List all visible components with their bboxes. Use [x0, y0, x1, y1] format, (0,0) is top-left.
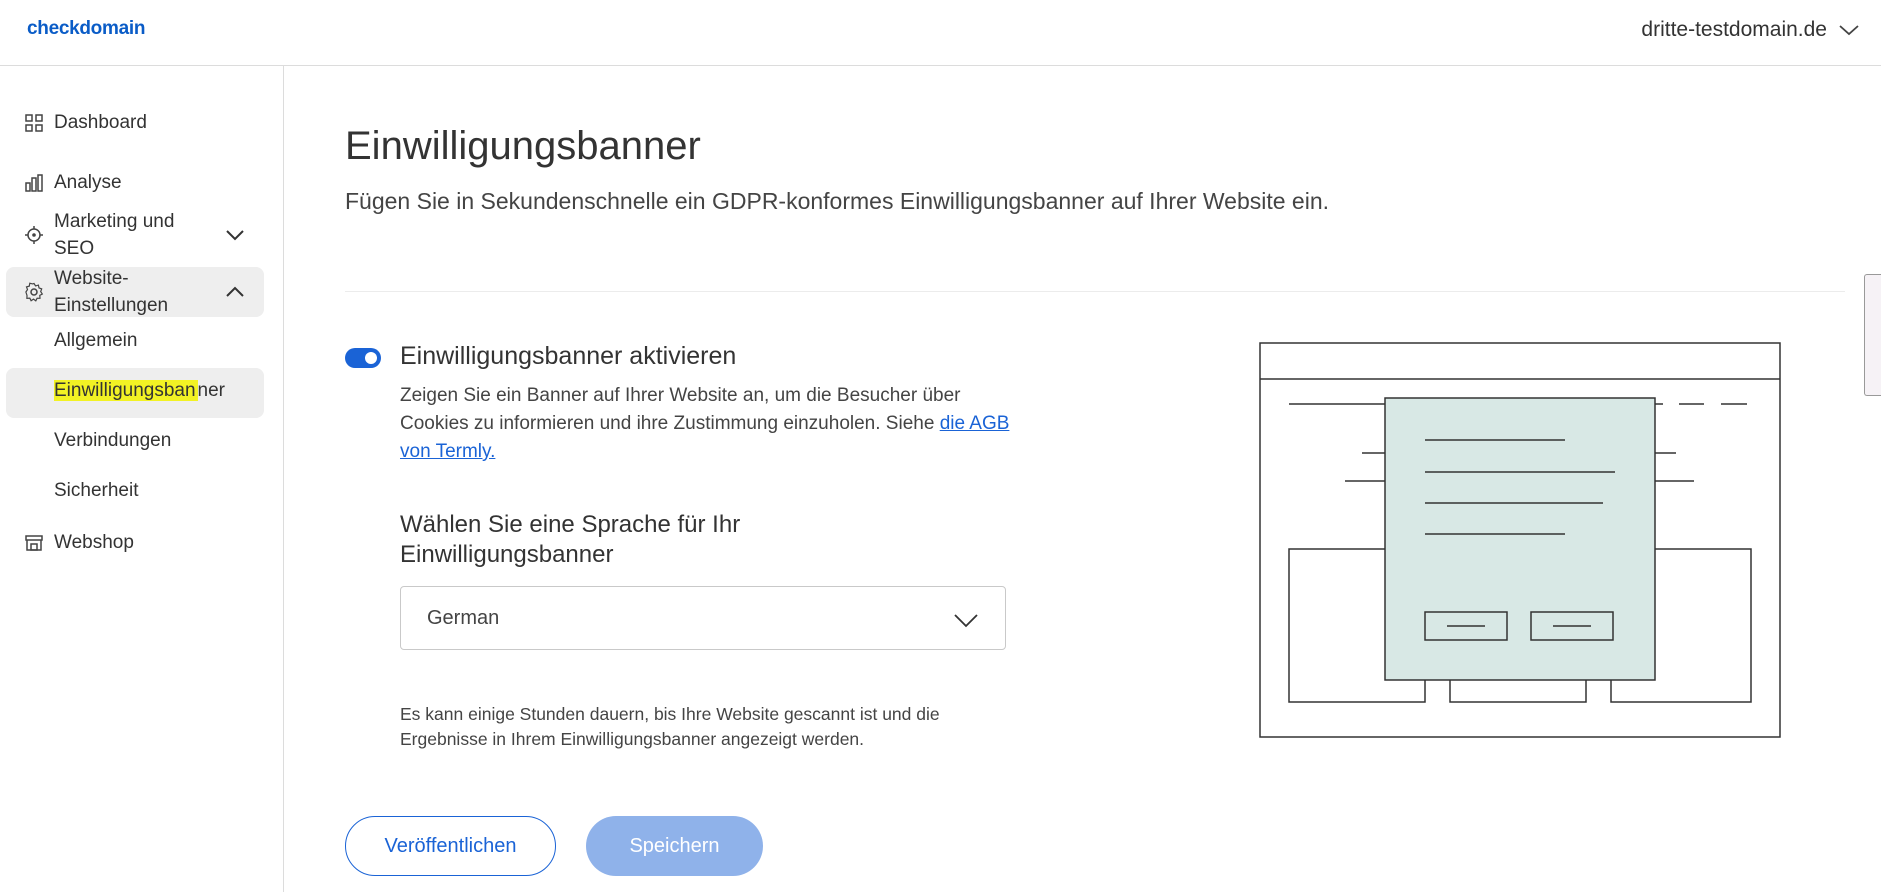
brand-logo[interactable]: checkdomain	[27, 18, 145, 40]
feedback-tab[interactable]	[1864, 274, 1881, 396]
chevron-up-icon	[226, 286, 244, 297]
grid-icon	[24, 113, 44, 133]
gear-icon	[24, 282, 44, 302]
sidebar-item-webshop[interactable]: Webshop	[6, 518, 264, 568]
sidebar-item-label: Webshop	[54, 532, 134, 553]
chevron-down-icon	[1839, 25, 1859, 36]
domain-selector[interactable]: dritte-testdomain.de	[1641, 18, 1861, 42]
sidebar-subitem-sicherheit[interactable]: Sicherheit	[6, 468, 264, 518]
sidebar-subitem-label: Verbindungen	[54, 430, 172, 451]
top-header: checkdomain dritte-testdomain.de	[0, 0, 1881, 66]
banner-description: Zeigen Sie ein Banner auf Ihrer Website …	[400, 382, 1010, 466]
sidebar-item-label: Dashboard	[54, 112, 147, 133]
bar-chart-icon	[24, 173, 44, 193]
sidebar-subitem-verbindungen[interactable]: Verbindungen	[6, 418, 264, 468]
sidebar-item-analyse[interactable]: Analyse	[6, 158, 264, 208]
highlighted-text: Einwilligungsban	[54, 380, 198, 401]
label-rest: ner	[197, 380, 226, 401]
description-text: Zeigen Sie ein Banner auf Ihrer Website …	[400, 385, 961, 434]
store-icon	[24, 533, 44, 553]
sidebar-item-label: Website-Einstellungen	[54, 268, 169, 316]
sidebar-subitem-label: Sicherheit	[54, 480, 139, 501]
page-title: Einwilligungsbanner	[345, 124, 701, 168]
language-value: German	[427, 607, 500, 629]
page-subtitle: Fügen Sie in Sekundenschnelle ein GDPR-k…	[345, 188, 1330, 214]
chevron-down-icon	[226, 230, 244, 241]
target-icon	[24, 225, 44, 245]
domain-name: dritte-testdomain.de	[1641, 18, 1827, 41]
sidebar-subitem-label: Einwilligungsban ner	[54, 380, 225, 402]
sidebar-item-marketing-seo[interactable]: Marketing und SEO	[6, 204, 264, 266]
sidebar-subitem-label: Allgemein	[54, 330, 138, 351]
publish-button[interactable]: Veröffentlichen	[345, 816, 556, 876]
language-heading: Wählen Sie eine Sprache für Ihr Einwilli…	[400, 511, 741, 568]
sidebar: Dashboard Analyse Marketing und SEO Webs…	[0, 66, 284, 892]
sidebar-subitem-allgemein[interactable]: Allgemein	[6, 318, 264, 368]
sidebar-item-label: Marketing und SEO	[54, 211, 175, 259]
divider	[345, 291, 1845, 292]
sidebar-subitem-einwilligungsbanner[interactable]: Einwilligungsban ner	[6, 368, 264, 418]
save-button[interactable]: Speichern	[586, 816, 763, 876]
chevron-down-icon	[954, 614, 978, 628]
sidebar-item-website-einstellungen[interactable]: Website-Einstellungen	[6, 267, 264, 317]
banner-illustration	[1259, 342, 1781, 738]
main-content: Einwilligungsbanner Fügen Sie in Sekunde…	[285, 66, 1881, 892]
sidebar-item-label: Analyse	[54, 172, 122, 193]
language-select[interactable]: German	[400, 586, 1006, 650]
sidebar-item-dashboard[interactable]: Dashboard	[6, 98, 264, 148]
scan-note: Es kann einige Stunden dauern, bis Ihre …	[400, 704, 940, 749]
toggle-label: Einwilligungsbanner aktivieren	[400, 342, 737, 370]
banner-toggle[interactable]	[345, 348, 381, 368]
